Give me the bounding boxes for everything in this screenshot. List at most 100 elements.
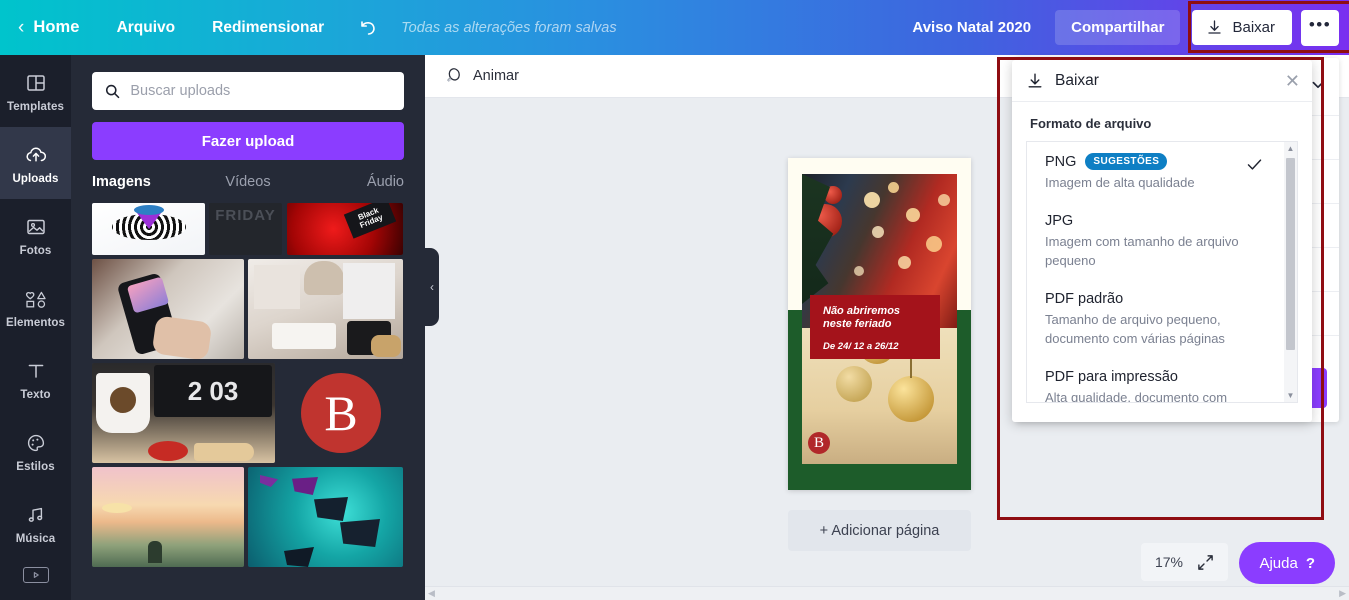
undo-button[interactable] bbox=[357, 17, 379, 39]
shapes-icon bbox=[23, 286, 49, 312]
sidebar-item-templates[interactable]: Templates bbox=[0, 55, 71, 127]
download-button[interactable]: Baixar bbox=[1192, 10, 1292, 45]
format-desc: Imagem com tamanho de arquivo pequeno bbox=[1045, 233, 1239, 269]
panel-collapse-handle[interactable]: ‹ bbox=[425, 248, 439, 326]
zoom-control[interactable]: 17% bbox=[1140, 543, 1228, 581]
suggestion-badge: SUGESTÕES bbox=[1085, 153, 1168, 170]
list-item[interactable] bbox=[92, 467, 244, 567]
sidebar-item-texto[interactable]: Texto bbox=[0, 343, 71, 415]
format-option-pdf-padrao[interactable]: PDF padrão Tamanho de arquivo pequeno, d… bbox=[1027, 280, 1285, 358]
sidebar-item-musica[interactable]: Música bbox=[0, 487, 71, 559]
scroll-right-arrow-icon[interactable]: ▶ bbox=[1339, 588, 1346, 599]
horizontal-scrollbar[interactable]: ◀ ▶ bbox=[425, 586, 1349, 600]
uploads-grid: FRIDAY Black Friday 2 03 B bbox=[92, 203, 404, 600]
triangle-up-icon[interactable]: ▲ bbox=[1287, 144, 1295, 153]
ellipsis-icon: ••• bbox=[1308, 14, 1332, 34]
format-name: PNG bbox=[1045, 153, 1077, 170]
design-text-box: Não abriremos neste feriado De 24/ 12 a … bbox=[810, 295, 940, 359]
sidebar-item-label: Fotos bbox=[19, 244, 52, 257]
question-mark-icon: ? bbox=[1305, 554, 1315, 572]
download-button-label: Baixar bbox=[1232, 19, 1275, 36]
expand-icon[interactable] bbox=[1197, 554, 1214, 571]
coffee-clock-image: 2 03 bbox=[92, 363, 275, 463]
funnel-target-image bbox=[92, 203, 205, 255]
design-title[interactable]: Aviso Natal 2020 bbox=[912, 19, 1031, 36]
triangle-down-icon[interactable]: ▼ bbox=[1287, 391, 1295, 400]
search-icon bbox=[105, 84, 120, 99]
sidebar-item-label: Templates bbox=[7, 100, 64, 113]
tab-videos[interactable]: Vídeos bbox=[196, 174, 300, 193]
sidebar-item-label: Texto bbox=[20, 388, 51, 401]
format-option-pdf-impressao[interactable]: PDF para impressão Alta qualidade, docum… bbox=[1027, 358, 1285, 403]
music-note-icon bbox=[25, 502, 47, 528]
list-item[interactable]: Black Friday bbox=[287, 203, 403, 255]
sidebar-item-label: Elementos bbox=[5, 316, 66, 329]
share-button[interactable]: Compartilhar bbox=[1055, 10, 1181, 45]
format-desc: Alta qualidade, documento com várias pág… bbox=[1045, 389, 1228, 403]
download-panel-header: Baixar ✕ bbox=[1012, 60, 1312, 102]
search-box[interactable] bbox=[92, 72, 404, 110]
help-label: Ajuda bbox=[1259, 554, 1298, 572]
list-item[interactable]: FRIDAY bbox=[209, 203, 282, 255]
design-page[interactable]: B Não abriremos neste feriado De 24/ 12 … bbox=[788, 158, 971, 490]
sidebar-item-video[interactable] bbox=[0, 559, 71, 583]
file-format-list[interactable]: PNG SUGESTÕES Imagem de alta qualidade J… bbox=[1026, 141, 1298, 403]
format-option-jpg[interactable]: JPG Imagem com tamanho de arquivo pequen… bbox=[1027, 202, 1285, 280]
salon-image bbox=[248, 259, 403, 359]
format-list-scrollbar[interactable]: ▲ ▼ bbox=[1284, 142, 1297, 402]
sidebar-item-estilos[interactable]: Estilos bbox=[0, 415, 71, 487]
add-page-button[interactable]: + Adicionar página bbox=[788, 510, 971, 551]
file-format-options: PNG SUGESTÕES Imagem de alta qualidade J… bbox=[1027, 142, 1285, 402]
search-input[interactable] bbox=[130, 83, 392, 99]
list-item[interactable] bbox=[248, 259, 403, 359]
sidebar-item-elementos[interactable]: Elementos bbox=[0, 271, 71, 343]
list-item[interactable] bbox=[248, 467, 403, 567]
check-icon bbox=[1246, 156, 1263, 173]
undo-icon bbox=[361, 20, 375, 35]
list-item[interactable] bbox=[92, 203, 205, 255]
download-panel-title: Baixar bbox=[1055, 71, 1099, 89]
menu-arquivo[interactable]: Arquivo bbox=[117, 19, 176, 37]
upload-cloud-icon bbox=[24, 142, 48, 168]
photo-icon bbox=[25, 214, 47, 240]
design-headline2: neste feriado bbox=[823, 318, 892, 331]
design-logo: B bbox=[808, 432, 830, 454]
home-label: Home bbox=[33, 18, 80, 36]
close-icon[interactable]: ✕ bbox=[1285, 72, 1300, 90]
upload-button[interactable]: Fazer upload bbox=[92, 122, 404, 160]
format-name: JPG bbox=[1045, 212, 1074, 229]
format-option-png[interactable]: PNG SUGESTÕES Imagem de alta qualidade bbox=[1027, 142, 1285, 202]
b-logo-image: B bbox=[279, 363, 403, 463]
sidebar-item-label: Estilos bbox=[16, 460, 55, 473]
format-desc: Tamanho de arquivo pequeno, documento co… bbox=[1045, 311, 1225, 347]
top-bar: ‹ Home Arquivo Redimensionar Todas as al… bbox=[0, 0, 1349, 55]
format-desc: Imagem de alta qualidade bbox=[1045, 175, 1195, 190]
top-bar-right: Aviso Natal 2020 Compartilhar Baixar ••• bbox=[912, 9, 1349, 46]
left-rail: Templates Uploads Fotos Elementos Texto bbox=[0, 55, 71, 600]
list-item[interactable]: 2 03 bbox=[92, 363, 275, 463]
download-icon bbox=[1028, 73, 1042, 87]
download-icon bbox=[1208, 20, 1222, 34]
home-button[interactable]: ‹ Home bbox=[18, 18, 80, 37]
sidebar-item-uploads[interactable]: Uploads bbox=[0, 127, 71, 199]
tab-imagens[interactable]: Imagens bbox=[92, 174, 196, 193]
scrollbar-thumb[interactable] bbox=[1286, 158, 1295, 350]
sidebar-item-fotos[interactable]: Fotos bbox=[0, 199, 71, 271]
text-icon bbox=[25, 358, 47, 384]
black-friday-red-image: Black Friday bbox=[287, 203, 403, 255]
menu-redimensionar[interactable]: Redimensionar bbox=[212, 19, 324, 37]
help-button[interactable]: Ajuda ? bbox=[1239, 542, 1335, 584]
format-name: PDF padrão bbox=[1045, 290, 1124, 307]
palette-icon bbox=[25, 430, 47, 456]
tab-audio[interactable]: Áudio bbox=[300, 174, 404, 193]
sidebar-item-label: Uploads bbox=[12, 172, 59, 185]
chevron-down-icon[interactable] bbox=[1311, 78, 1325, 92]
animate-label[interactable]: Animar bbox=[473, 68, 519, 84]
butterflies-image bbox=[248, 467, 403, 567]
design-headline: Não abriremos bbox=[823, 305, 901, 317]
list-item[interactable]: B bbox=[279, 363, 403, 463]
list-item[interactable] bbox=[92, 259, 244, 359]
more-options-button[interactable]: ••• bbox=[1301, 9, 1339, 46]
scroll-left-arrow-icon[interactable]: ◀ bbox=[428, 588, 435, 599]
friday-dark-image: FRIDAY bbox=[215, 207, 276, 224]
